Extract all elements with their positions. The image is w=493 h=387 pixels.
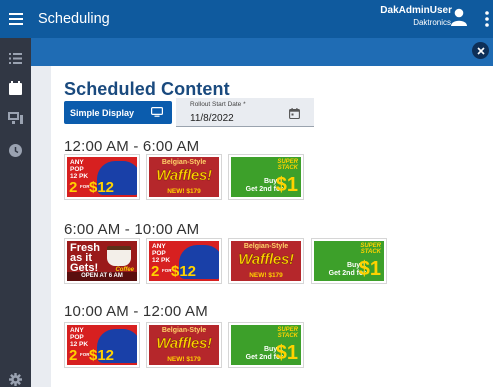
pop-ad-headline: ANY POP 12 PK (152, 243, 171, 264)
pop-ad-headline: ANY POP 12 PK (70, 159, 89, 180)
stack-ad-title: SUPER STACK (277, 327, 298, 339)
calendar-icon[interactable] (289, 108, 300, 119)
waffles-ad-image: Belgian-Style Waffles! NEW! $179 (149, 157, 219, 197)
stack-ad-image: SUPER STACK Buy 1 Get 2nd for $1 (314, 241, 384, 281)
coffee-cup-graphic (107, 246, 131, 266)
user-info[interactable]: DakAdminUser Daktronics (380, 5, 452, 29)
pop-ad-image: ANY POP 12 PK 2 FOR $12 (67, 157, 137, 197)
stack-ad-image: SUPER STACK Buy 1 Get 2nd for $1 (231, 325, 301, 365)
content-thumbnail-waffles[interactable]: Belgian-Style Waffles! NEW! $179 (228, 238, 304, 284)
pop-ad-headline: ANY POP 12 PK (70, 327, 89, 348)
hamburger-menu-button[interactable] (0, 0, 31, 38)
clock-icon (9, 143, 22, 157)
content-thumbnail-stack[interactable]: SUPER STACK Buy 1 Get 2nd for $1 (228, 154, 304, 200)
coffee-ad-headline: Fresh as it Gets! (70, 242, 100, 274)
content-thumbnail-waffles[interactable]: Belgian-Style Waffles! NEW! $179 (146, 154, 222, 200)
pop-ad-quantity: 2 (151, 263, 160, 280)
pop-ad-image: ANY POP 12 PK 2 FOR $12 (149, 241, 219, 281)
content-thumbnail-pop[interactable]: ANY POP 12 PK 2 FOR $12 (64, 154, 140, 200)
rail-item-displays[interactable] (7, 110, 24, 126)
waffles-ad-main: Waffles! (156, 167, 212, 184)
panel-header-bar (31, 38, 493, 66)
waffles-ad-top: Belgian-Style (161, 159, 207, 166)
app-header: Scheduling DakAdminUser Daktronics (0, 0, 493, 38)
coffee-ad-image: Fresh as it Gets! Coffee OPEN AT 6 AM (67, 241, 137, 281)
content-thumbnail-pop[interactable]: ANY POP 12 PK 2 FOR $12 (146, 238, 222, 284)
user-avatar-icon[interactable] (451, 8, 467, 26)
date-field-label: Rollout Start Date * (190, 101, 246, 108)
time-slot-label: 6:00 AM - 10:00 AM (64, 221, 200, 238)
app-title: Scheduling (38, 11, 110, 27)
stack-ad-price: $1 (275, 342, 298, 364)
rail-item-schedule[interactable] (7, 80, 24, 96)
content-thumbnail-coffee[interactable]: Fresh as it Gets! Coffee OPEN AT 6 AM (64, 238, 140, 284)
close-icon (476, 46, 485, 55)
page-title: Scheduled Content (64, 79, 230, 99)
rail-item-settings[interactable] (7, 371, 24, 387)
rollout-start-date-field[interactable]: Rollout Start Date * 11/8/2022 (176, 98, 314, 127)
waffles-ad-image: Belgian-Style Waffles! NEW! $179 (231, 241, 301, 281)
stack-ad-image: SUPER STACK Buy 1 Get 2nd for $1 (231, 157, 301, 197)
pop-ad-image: ANY POP 12 PK 2 FOR $12 (67, 325, 137, 365)
stack-ad-title: SUPER STACK (360, 243, 381, 255)
hamburger-icon (8, 13, 23, 25)
time-slot-label: 12:00 AM - 6:00 AM (64, 138, 200, 155)
pop-ad-price: $12 (89, 347, 115, 364)
waffles-ad-price: NEW! $179 (167, 356, 201, 363)
monitor-icon (151, 107, 163, 117)
more-options-icon[interactable] (484, 10, 490, 28)
waffles-ad-image: Belgian-Style Waffles! NEW! $179 (149, 325, 219, 365)
coffee-ad-banner: OPEN AT 6 AM (67, 272, 137, 281)
stack-ad-price: $1 (275, 174, 298, 196)
content-thumbnail-waffles[interactable]: Belgian-Style Waffles! NEW! $179 (146, 322, 222, 368)
pop-ad-quantity: 2 (69, 347, 78, 364)
content-thumbnail-pop[interactable]: ANY POP 12 PK 2 FOR $12 (64, 322, 140, 368)
time-slot-label: 10:00 AM - 12:00 AM (64, 303, 208, 320)
calendar-check-icon (9, 81, 22, 95)
content-thumbnail-stack[interactable]: SUPER STACK Buy 1 Get 2nd for $1 (228, 322, 304, 368)
scheduled-content-panel: Scheduled Content Simple Display Rollout… (51, 66, 493, 387)
user-name: DakAdminUser (380, 5, 452, 16)
side-rail (0, 38, 31, 387)
date-field-value[interactable]: 11/8/2022 (190, 113, 234, 124)
stack-ad-title: SUPER STACK (277, 159, 298, 171)
pop-ad-price: $12 (171, 263, 197, 280)
waffles-ad-main: Waffles! (156, 335, 212, 352)
waffles-ad-price: NEW! $179 (249, 272, 283, 279)
waffles-ad-top: Belgian-Style (243, 243, 289, 250)
rail-item-list[interactable] (7, 50, 24, 66)
rail-item-history[interactable] (7, 142, 24, 158)
pop-ad-quantity: 2 (69, 179, 78, 196)
list-icon (9, 52, 22, 64)
user-org: Daktronics (413, 18, 451, 27)
waffles-ad-main: Waffles! (238, 251, 294, 268)
simple-display-label: Simple Display (70, 107, 135, 118)
waffles-ad-top: Belgian-Style (161, 327, 207, 334)
content-thumbnail-stack[interactable]: SUPER STACK Buy 1 Get 2nd for $1 (311, 238, 387, 284)
display-icon (8, 112, 23, 124)
gear-icon (9, 372, 22, 386)
waffles-ad-price: NEW! $179 (167, 188, 201, 195)
stack-ad-price: $1 (358, 258, 381, 280)
pop-ad-price: $12 (89, 179, 115, 196)
simple-display-button[interactable]: Simple Display (64, 101, 172, 124)
close-panel-button[interactable] (472, 42, 489, 59)
